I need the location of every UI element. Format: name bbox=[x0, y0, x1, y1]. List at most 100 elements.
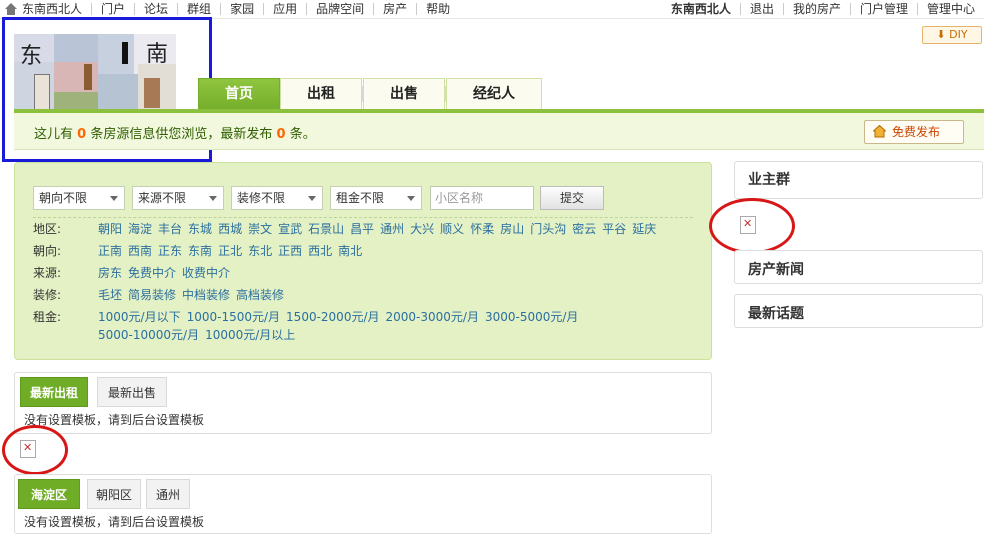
orientation-option[interactable]: 西北 bbox=[308, 244, 332, 258]
rent-option[interactable]: 3000-5000元/月 bbox=[485, 310, 578, 324]
source-option[interactable]: 免费中介 bbox=[128, 266, 176, 280]
rent-option[interactable]: 1000元/月以下 bbox=[98, 310, 181, 324]
main-tabs: 首页 出租 出售 经纪人 bbox=[198, 78, 542, 111]
admin-center-link[interactable]: 管理中心 bbox=[916, 3, 984, 15]
decoration-option[interactable]: 简易装修 bbox=[128, 288, 176, 302]
username-link[interactable]: 东南西北人 bbox=[667, 3, 740, 15]
nav-link-home[interactable]: 家园 bbox=[220, 3, 263, 15]
tab-chaoyang[interactable]: 朝阳区 bbox=[87, 479, 141, 509]
rent-select[interactable]: 租金不限 bbox=[330, 186, 422, 210]
tab-haidian[interactable]: 海淀区 bbox=[18, 479, 80, 509]
orientation-option[interactable]: 南北 bbox=[338, 244, 362, 258]
tab-rent[interactable]: 出租 bbox=[280, 78, 362, 109]
orientation-option[interactable]: 东南 bbox=[188, 244, 212, 258]
total-listings-count: 0 bbox=[77, 127, 87, 142]
decoration-option[interactable]: 毛坯 bbox=[98, 288, 122, 302]
diy-button[interactable]: ⬇ DIY bbox=[922, 26, 982, 44]
district-options: 朝阳 海淀 丰台 东城 西城 崇文 宣武 石景山 昌平 通州 大兴 顺义 怀柔 房山 门头沟 密云 平谷 延庆 bbox=[98, 220, 678, 238]
rent-option[interactable]: 2000-3000元/月 bbox=[386, 310, 479, 324]
top-nav-right: 东南西北人 退出 我的房产 门户管理 管理中心 bbox=[667, 0, 984, 18]
template-missing-note: 没有设置模板，请到后台设置模板 bbox=[24, 413, 205, 427]
chevron-down-icon bbox=[110, 196, 118, 201]
home-icon[interactable] bbox=[4, 3, 18, 15]
tab-sale[interactable]: 出售 bbox=[363, 78, 445, 109]
owner-group-box: 业主群 bbox=[734, 161, 983, 199]
logout-link[interactable]: 退出 bbox=[739, 3, 783, 15]
filter-label: 地区: bbox=[33, 222, 62, 236]
house-news-heading[interactable]: 房产新闻 bbox=[748, 259, 804, 279]
nav-link-house[interactable]: 房产 bbox=[373, 3, 416, 15]
free-post-label: 免费发布 bbox=[892, 125, 941, 139]
orientation-option[interactable]: 正西 bbox=[278, 244, 302, 258]
rent-option[interactable]: 5000-10000元/月 bbox=[98, 328, 199, 342]
latest-topics-heading[interactable]: 最新话题 bbox=[748, 303, 804, 323]
orientation-select[interactable]: 朝向不限 bbox=[33, 186, 125, 210]
tab-home[interactable]: 首页 bbox=[198, 78, 280, 111]
orientation-option[interactable]: 东北 bbox=[248, 244, 272, 258]
district-listings-panel: 海淀区 朝阳区 通州 没有设置模板，请到后台设置模板 bbox=[14, 474, 712, 534]
highlight-circle bbox=[2, 425, 68, 475]
orientation-option[interactable]: 正北 bbox=[218, 244, 242, 258]
filter-label: 朝向: bbox=[33, 244, 62, 258]
tab-latest-sale[interactable]: 最新出售 bbox=[97, 377, 167, 407]
filter-label: 来源: bbox=[33, 266, 62, 280]
template-missing-note: 没有设置模板，请到后台设置模板 bbox=[24, 515, 205, 529]
tab-latest-rent[interactable]: 最新出租 bbox=[20, 377, 88, 407]
rent-options: 1000元/月以下 1000-1500元/月 1500-2000元/月 2000-30… bbox=[98, 308, 678, 344]
rent-option[interactable]: 1500-2000元/月 bbox=[286, 310, 379, 324]
district-option[interactable]: 密云 bbox=[572, 222, 596, 236]
orientation-option[interactable]: 西南 bbox=[128, 244, 152, 258]
district-option[interactable]: 宣武 bbox=[278, 222, 302, 236]
site-home-link[interactable]: 东南西北人 bbox=[18, 3, 91, 15]
diy-label: DIY bbox=[949, 28, 968, 41]
district-option[interactable]: 石景山 bbox=[308, 222, 344, 236]
nav-link-brand-space[interactable]: 品牌空间 bbox=[306, 3, 373, 15]
chevron-down-icon bbox=[407, 196, 415, 201]
tab-tongzhou[interactable]: 通州 bbox=[146, 479, 190, 509]
nav-link-help[interactable]: 帮助 bbox=[416, 3, 459, 15]
submit-button[interactable]: 提交 bbox=[540, 186, 604, 210]
source-option[interactable]: 收费中介 bbox=[182, 266, 230, 280]
district-option[interactable]: 房山 bbox=[500, 222, 524, 236]
district-option[interactable]: 朝阳 bbox=[98, 222, 122, 236]
rent-option[interactable]: 10000元/月以上 bbox=[205, 328, 295, 342]
district-option[interactable]: 西城 bbox=[218, 222, 242, 236]
highlight-circle bbox=[709, 198, 795, 254]
source-select[interactable]: 来源不限 bbox=[132, 186, 224, 210]
district-option[interactable]: 延庆 bbox=[632, 222, 656, 236]
free-post-button[interactable]: 免费发布 bbox=[864, 120, 964, 144]
district-option[interactable]: 门头沟 bbox=[530, 222, 566, 236]
nav-link-groups[interactable]: 群组 bbox=[177, 3, 220, 15]
district-option[interactable]: 平谷 bbox=[602, 222, 626, 236]
district-option[interactable]: 怀柔 bbox=[470, 222, 494, 236]
listing-notice-bar: 这儿有 0 条房源信息供您浏览，最新发布 0 条。 bbox=[14, 113, 984, 150]
nav-link-forum[interactable]: 论坛 bbox=[134, 3, 177, 15]
top-nav-left: 东南西北人 门户 论坛 群组 家园 应用 品牌空间 房产 帮助 bbox=[4, 0, 459, 18]
source-option[interactable]: 房东 bbox=[98, 266, 122, 280]
district-option[interactable]: 海淀 bbox=[128, 222, 152, 236]
down-arrow-icon: ⬇ bbox=[936, 28, 950, 41]
chevron-down-icon bbox=[308, 196, 316, 201]
nav-link-apps[interactable]: 应用 bbox=[263, 3, 306, 15]
community-name-input[interactable]: 小区名称 bbox=[430, 186, 534, 210]
my-house-link[interactable]: 我的房产 bbox=[782, 3, 850, 15]
decoration-option[interactable]: 中档装修 bbox=[182, 288, 230, 302]
chevron-down-icon bbox=[209, 196, 217, 201]
orientation-option[interactable]: 正东 bbox=[158, 244, 182, 258]
district-option[interactable]: 丰台 bbox=[158, 222, 182, 236]
decoration-options: 毛坯 简易装修 中档装修 高档装修 bbox=[98, 286, 678, 304]
district-option[interactable]: 东城 bbox=[188, 222, 212, 236]
decoration-option[interactable]: 高档装修 bbox=[236, 288, 284, 302]
district-option[interactable]: 顺义 bbox=[440, 222, 464, 236]
decoration-select[interactable]: 装修不限 bbox=[231, 186, 323, 210]
portal-admin-link[interactable]: 门户管理 bbox=[849, 3, 917, 15]
district-option[interactable]: 大兴 bbox=[410, 222, 434, 236]
district-option[interactable]: 通州 bbox=[380, 222, 404, 236]
district-option[interactable]: 昌平 bbox=[350, 222, 374, 236]
filter-divider bbox=[33, 217, 693, 218]
nav-link-portal[interactable]: 门户 bbox=[91, 3, 134, 15]
district-option[interactable]: 崇文 bbox=[248, 222, 272, 236]
rent-option[interactable]: 1000-1500元/月 bbox=[187, 310, 280, 324]
orientation-option[interactable]: 正南 bbox=[98, 244, 122, 258]
tab-agents[interactable]: 经纪人 bbox=[446, 78, 542, 109]
